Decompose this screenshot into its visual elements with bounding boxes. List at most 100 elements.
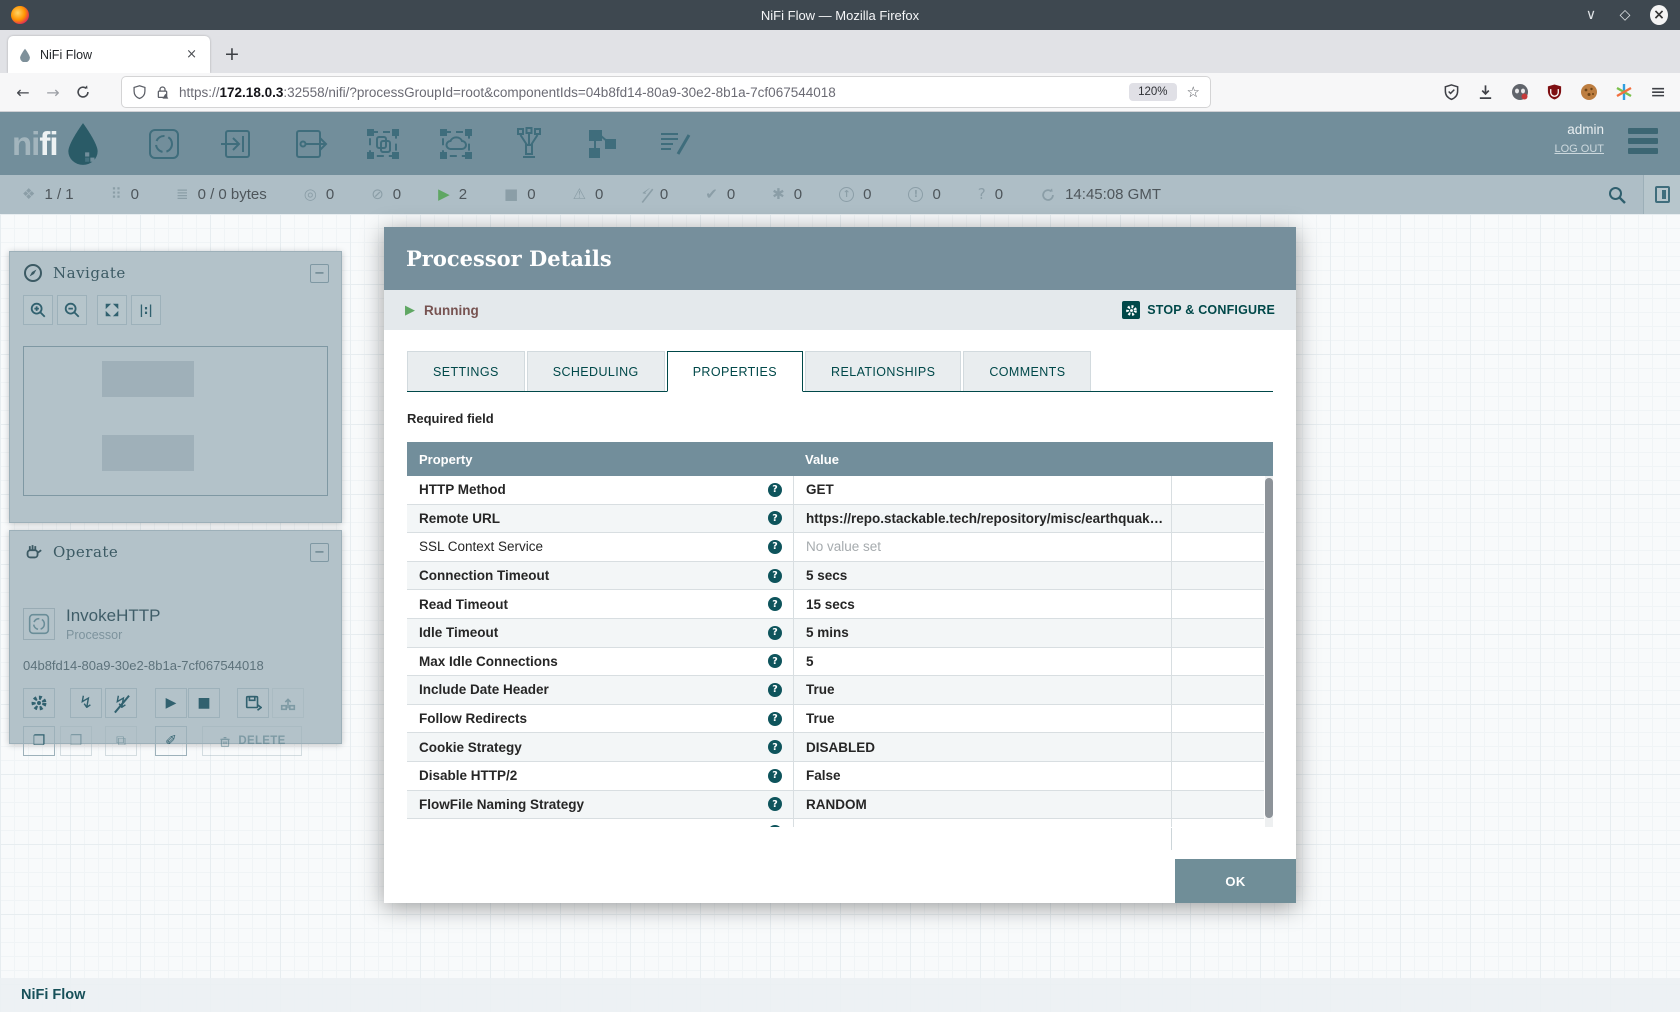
property-name: Remote URL <box>419 511 500 526</box>
property-value[interactable]: 5 <box>806 654 814 669</box>
help-icon[interactable]: ? <box>768 797 782 811</box>
help-icon[interactable]: ? <box>768 511 782 525</box>
tab-properties[interactable]: PROPERTIES <box>667 351 803 392</box>
paste-button[interactable]: ❒ <box>60 726 92 756</box>
process-group-icon[interactable] <box>365 126 401 162</box>
user-box: admin LOG OUT <box>1554 122 1604 155</box>
tab-close-icon[interactable]: × <box>183 47 200 62</box>
tab-relationships[interactable]: RELATIONSHIPS <box>805 351 961 391</box>
ok-button[interactable]: OK <box>1175 859 1296 903</box>
stale: ↑ 0 <box>839 186 871 203</box>
stop-button[interactable]: ■ <box>188 688 220 718</box>
breadcrumb[interactable]: NiFi Flow <box>21 987 85 1003</box>
help-icon[interactable]: ? <box>768 569 782 583</box>
label-icon[interactable] <box>657 126 693 162</box>
table-scrollbar[interactable] <box>1265 476 1273 827</box>
collapse-icon[interactable]: − <box>310 543 329 562</box>
property-value[interactable]: No value set <box>806 539 881 554</box>
page-zoom-badge[interactable]: 120% <box>1129 83 1176 101</box>
property-value[interactable]: DISABLED <box>806 740 875 755</box>
tab-scheduling[interactable]: SCHEDULING <box>527 351 665 391</box>
bookmark-star-icon[interactable]: ☆ <box>1187 83 1200 101</box>
close-icon[interactable]: × <box>1650 5 1668 25</box>
logout-link[interactable]: LOG OUT <box>1554 143 1604 155</box>
sidebar-toggle[interactable] <box>1643 175 1680 214</box>
help-icon[interactable]: ? <box>768 540 782 554</box>
tab-settings[interactable]: SETTINGS <box>407 351 525 391</box>
property-value[interactable]: No value set <box>806 819 881 827</box>
help-icon[interactable]: ? <box>768 597 782 611</box>
property-value[interactable]: False <box>806 768 841 783</box>
disable-button[interactable]: ↯ <box>105 688 137 718</box>
zoom-out-button[interactable] <box>57 295 87 325</box>
help-icon[interactable]: ? <box>768 825 782 827</box>
property-value[interactable]: True <box>806 682 835 697</box>
property-value[interactable]: True <box>806 711 835 726</box>
running: ▶ 2 <box>438 186 467 203</box>
back-icon[interactable]: ← <box>8 83 38 102</box>
upload-template-button[interactable] <box>272 688 304 718</box>
tab-comments[interactable]: COMMENTS <box>963 351 1091 391</box>
color-button[interactable]: ✐ <box>155 726 187 756</box>
downloads-icon[interactable] <box>1477 83 1494 101</box>
status-count: 0 <box>527 186 535 203</box>
locally-modified: ✱ 0 <box>772 186 802 203</box>
help-icon[interactable]: ? <box>768 712 782 726</box>
not-transmitting: ⊘ 0 <box>371 186 401 203</box>
property-value[interactable]: 15 secs <box>806 597 855 612</box>
zoom-actual-button[interactable]: |:| <box>131 295 161 325</box>
browser-tabstrip: NiFi Flow × + <box>0 30 1680 73</box>
extension-asterisk-icon[interactable] <box>1615 83 1633 101</box>
new-tab-icon[interactable]: + <box>224 43 240 65</box>
maximize-icon[interactable]: ◇ <box>1616 7 1634 23</box>
property-value[interactable]: https://repo.stackable.tech/repository/m… <box>806 511 1163 526</box>
minimize-icon[interactable]: ∨ <box>1582 7 1600 23</box>
navigate-title: Navigate <box>53 264 126 282</box>
template-icon[interactable] <box>584 126 620 162</box>
processor-icon[interactable] <box>146 126 182 162</box>
delete-button[interactable]: DELETE <box>202 726 302 756</box>
help-icon[interactable]: ? <box>768 769 782 783</box>
funnel-icon[interactable] <box>511 126 547 162</box>
component-name: InvokeHTTP <box>66 606 160 626</box>
help-icon[interactable]: ? <box>768 654 782 668</box>
group-button[interactable]: ⧉ <box>105 726 137 756</box>
extension-cookie-icon[interactable] <box>1580 83 1598 101</box>
help-icon[interactable]: ? <box>768 626 782 640</box>
url-bar[interactable]: https://172.18.0.3:32558/nifi/?processGr… <box>122 77 1210 107</box>
help-icon[interactable]: ? <box>768 683 782 697</box>
menu-icon[interactable]: ≡ <box>1650 81 1666 103</box>
reload-icon[interactable] <box>68 84 98 100</box>
input-port-icon[interactable] <box>219 126 255 162</box>
extension-ublock-icon[interactable] <box>1546 83 1563 101</box>
property-value[interactable]: 5 secs <box>806 568 847 583</box>
remote-process-group-icon[interactable] <box>438 126 474 162</box>
help-icon[interactable]: ? <box>768 740 782 754</box>
refresh-icon[interactable] <box>1040 187 1056 203</box>
nifi-favicon-icon <box>18 48 32 62</box>
output-port-icon[interactable] <box>292 126 328 162</box>
scrollbar-thumb[interactable] <box>1265 478 1273 818</box>
enable-button[interactable]: ↯ <box>70 688 102 718</box>
collapse-icon[interactable]: − <box>310 264 329 283</box>
property-value[interactable]: 5 mins <box>806 625 849 640</box>
zoom-fit-button[interactable] <box>97 295 127 325</box>
search-icon[interactable] <box>1607 185 1627 205</box>
start-button[interactable]: ▶ <box>155 688 187 718</box>
property-value[interactable]: RANDOM <box>806 797 867 812</box>
global-menu-icon[interactable] <box>1628 128 1658 158</box>
permissions-shield-icon[interactable] <box>132 84 147 100</box>
protections-shield-icon[interactable] <box>1443 83 1460 101</box>
birdseye-minimap[interactable] <box>23 346 328 496</box>
stop-and-configure-button[interactable]: STOP & CONFIGURE <box>1122 301 1275 319</box>
help-icon[interactable]: ? <box>768 483 782 497</box>
browser-tab[interactable]: NiFi Flow × <box>8 36 210 73</box>
create-template-button[interactable] <box>237 688 269 718</box>
configure-button[interactable] <box>23 688 55 718</box>
extension-mask-icon[interactable] <box>1511 83 1529 101</box>
forward-icon[interactable]: → <box>38 83 68 102</box>
zoom-in-button[interactable] <box>23 295 53 325</box>
lock-icon[interactable] <box>155 84 170 100</box>
property-value[interactable]: GET <box>806 482 834 497</box>
copy-button[interactable]: ❐ <box>23 726 55 756</box>
